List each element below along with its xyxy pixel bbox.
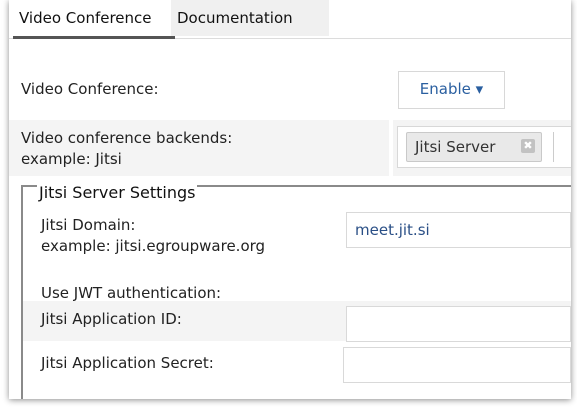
app-secret-input[interactable] [343, 347, 571, 383]
settings-panel: Video Conference Documentation Video Con… [9, 0, 571, 399]
backend-tag-label: Jitsi Server [415, 138, 496, 156]
jitsi-settings-legend: Jitsi Server Settings [37, 183, 198, 203]
app-secret-label: Jitsi Application Secret: [41, 354, 214, 372]
jitsi-domain-label-line2: example: jitsi.egroupware.org [41, 237, 266, 255]
video-conference-label: Video Conference: [21, 80, 159, 98]
close-icon[interactable]: ✖ [521, 139, 535, 153]
app-id-label: Jitsi Application ID: [41, 310, 182, 328]
tab-video-conference[interactable]: Video Conference [13, 0, 175, 39]
app-id-input[interactable] [346, 306, 571, 342]
video-conference-select[interactable]: Enable ▾ [398, 71, 505, 109]
backends-dropdown-edge[interactable] [553, 132, 571, 162]
jitsi-domain-input[interactable]: meet.jit.si [346, 212, 571, 248]
backend-tag-jitsi: Jitsi Server ✖ [406, 132, 542, 162]
backends-label-line2: example: Jitsi [21, 150, 122, 168]
tab-bar: Video Conference Documentation [9, 0, 571, 39]
tab-documentation[interactable]: Documentation [171, 0, 329, 36]
backends-label-line1: Video conference backends: [21, 129, 233, 147]
jitsi-domain-label-line1: Jitsi Domain: [41, 216, 136, 234]
